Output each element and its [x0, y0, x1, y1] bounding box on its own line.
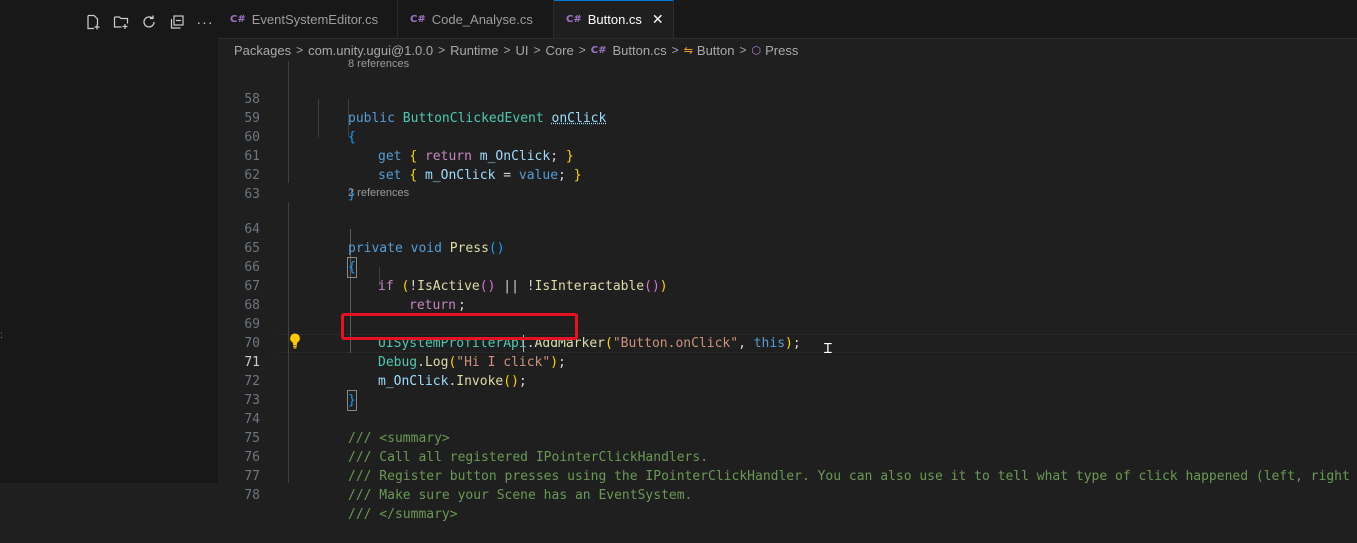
new-file-icon[interactable] — [82, 12, 104, 32]
chevron-right-icon: > — [739, 43, 747, 57]
tab-label: Code_Analyse.cs — [431, 11, 533, 27]
class-icon: ⇋ — [683, 44, 693, 57]
chevron-right-icon: > — [533, 43, 541, 57]
code-line: 74 /// <summary> — [218, 391, 1357, 446]
breadcrumb-file[interactable]: Button.cs — [612, 43, 666, 58]
csharp-file-icon: C# — [566, 14, 582, 25]
code-line: 63 — [218, 166, 1357, 202]
annotation-highlight-box — [341, 313, 578, 340]
code-line: 60 get { return m_OnClick; } — [218, 109, 1357, 164]
code-line: 77 /// Make sure your Scene has an Event… — [218, 448, 1357, 503]
code-line: 61 set { m_OnClick = value; } — [218, 128, 1357, 183]
explorer-sidebar: ··· : — [0, 0, 218, 483]
comment: /// </summary> — [348, 507, 458, 522]
code-line: 66 if (!IsActive() || !IsInteractable()) — [218, 239, 1357, 294]
mouse-ibeam-cursor: Ɪ — [824, 341, 832, 357]
codelens-references[interactable]: 8 references — [348, 57, 409, 71]
code-line: 58 public ButtonClickedEvent onClick — [218, 71, 1357, 126]
codelens-references[interactable]: 2 references — [348, 186, 409, 200]
code-line: 65 { — [218, 220, 1357, 278]
breadcrumb-runtime[interactable]: Runtime — [450, 43, 498, 58]
tab-label: EventSystemEditor.cs — [251, 11, 379, 27]
code-line: 67 return; — [218, 258, 1357, 313]
tab-label: Button.cs — [587, 12, 642, 27]
breadcrumb-class[interactable]: Button — [697, 43, 735, 58]
code-line: 72 } — [218, 353, 1357, 411]
chevron-right-icon: > — [671, 43, 679, 57]
editor-tab-bar: C# EventSystemEditor.cs C# Code_Analyse.… — [218, 0, 1357, 39]
method-icon: ⬡ — [751, 44, 762, 57]
close-icon[interactable]: ✕ — [652, 11, 664, 28]
code-line: 68 — [218, 277, 1357, 313]
breadcrumb-method[interactable]: Press — [765, 43, 798, 58]
comment: /// Make sure your Scene has an EventSys… — [348, 488, 693, 503]
code-line: 76 /// Register button presses using the… — [218, 429, 1357, 484]
breadcrumb-ui[interactable]: UI — [516, 43, 529, 58]
breadcrumb-ugui[interactable]: com.unity.ugui@1.0.0 — [308, 43, 433, 58]
csharp-file-icon: C# — [230, 13, 246, 25]
csharp-file-icon: C# — [590, 44, 607, 56]
sidebar-fold-mark: : — [0, 330, 3, 341]
code-editor[interactable]: 8 references 58 public ButtonClickedEven… — [218, 58, 1357, 522]
chevron-right-icon: > — [438, 43, 446, 57]
code-line: 64 private void Press() — [218, 201, 1357, 256]
chevron-right-icon: > — [296, 43, 304, 57]
code-line: 75 /// Call all registered IPointerClick… — [218, 410, 1357, 465]
breadcrumb-packages[interactable]: Packages — [234, 43, 291, 58]
code-line: 73 — [218, 372, 1357, 408]
more-icon[interactable]: ··· — [194, 12, 216, 32]
tab-eventsystemeditor[interactable]: C# EventSystemEditor.cs — [218, 0, 398, 38]
code-line: 59 { — [218, 90, 1357, 145]
csharp-file-icon: C# — [410, 13, 426, 25]
chevron-right-icon: > — [503, 43, 511, 57]
breadcrumb-core[interactable]: Core — [546, 43, 574, 58]
collapse-all-icon[interactable] — [166, 12, 188, 32]
tab-button-cs[interactable]: C# Button.cs ✕ — [554, 0, 674, 38]
chevron-right-icon: > — [578, 43, 586, 57]
explorer-actions: ··· — [82, 12, 216, 32]
refresh-icon[interactable] — [138, 12, 160, 32]
code-line: 78 /// </summary> — [218, 467, 1357, 522]
line-number: 78 — [244, 488, 260, 503]
lightbulb-icon[interactable] — [288, 332, 302, 350]
tab-code-analyse[interactable]: C# Code_Analyse.cs — [398, 0, 554, 38]
new-folder-icon[interactable] — [110, 12, 132, 32]
code-line: 62 } — [218, 147, 1357, 202]
